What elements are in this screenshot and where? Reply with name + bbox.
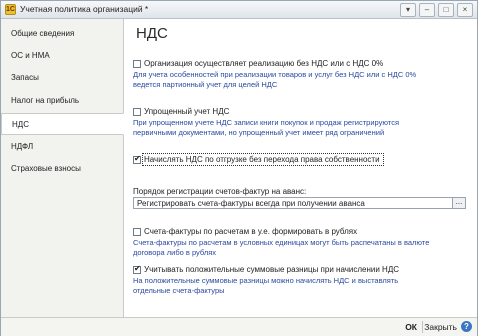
invoice-order-label: Порядок регистрации счетов-фактур на ава… — [133, 187, 307, 196]
option-label: Учитывать положительные суммовые разницы… — [144, 265, 400, 274]
option-hint: На положительные суммовые разницы можно … — [133, 276, 399, 295]
option-no-vat-sales[interactable]: Организация осуществляет реализацию без … — [133, 59, 383, 68]
title-bar[interactable]: 1С Учетная политика организаций * ▾ – □ … — [1, 1, 477, 19]
checkbox[interactable] — [133, 227, 141, 236]
footer-divider — [422, 321, 423, 333]
sidebar-item-personal-income-tax[interactable]: НДФЛ — [1, 136, 121, 158]
option-hint: При упрощенном учете НДС записи книги по… — [133, 118, 400, 137]
option-simplified-vat[interactable]: Упрощенный учет НДС — [133, 107, 229, 116]
option-label: Начислять НДС по отгрузке без перехода п… — [142, 153, 384, 166]
invoice-order-select[interactable]: Регистрировать счета-фактуры всегда при … — [133, 197, 466, 209]
checkbox-checked[interactable] — [133, 264, 141, 274]
option-invoices-in-rubles[interactable]: Счета-фактуры по расчетам в у.е. формиро… — [133, 227, 357, 236]
settings-window: 1С Учетная политика организаций * ▾ – □ … — [0, 0, 478, 336]
sidebar-item-fixed-assets[interactable]: ОС и НМА — [1, 45, 121, 67]
choose-button[interactable]: ... — [452, 198, 465, 208]
option-label: Счета-фактуры по расчетам в у.е. формиро… — [144, 227, 358, 236]
option-hint: Для учета особенностей при реализации то… — [133, 70, 417, 89]
window-controls: ▾ – □ × — [400, 3, 473, 17]
form-footer: ОК Закрыть ? — [1, 317, 477, 336]
sidebar-item-vat[interactable]: НДС — [1, 113, 124, 135]
option-hint: Счета-фактуры по расчетам в условных еди… — [133, 238, 430, 257]
minimize-button[interactable]: – — [419, 3, 435, 17]
option-label: Упрощенный учет НДС — [144, 107, 230, 116]
window-menu-button[interactable]: ▾ — [400, 3, 416, 17]
help-icon[interactable]: ? — [461, 321, 472, 332]
ok-button[interactable]: ОК — [402, 321, 420, 333]
checkbox[interactable] — [133, 59, 141, 68]
invoice-order-value: Регистрировать счета-фактуры всегда при … — [137, 199, 365, 208]
maximize-button[interactable]: □ — [438, 3, 454, 17]
close-window-button[interactable]: × — [457, 3, 473, 17]
sidebar-item-inventory[interactable]: Запасы — [1, 67, 121, 89]
page-title: НДС — [136, 25, 168, 42]
vat-settings-panel: НДС Организация осуществляет реализацию … — [124, 19, 477, 317]
window-title: Учетная политика организаций * — [20, 4, 149, 14]
close-button[interactable]: Закрыть — [424, 321, 457, 333]
app-logo-icon: 1С — [5, 4, 16, 15]
sidebar-item-general[interactable]: Общие сведения — [1, 23, 121, 45]
sections-sidebar: Общие сведения ОС и НМА Запасы Налог на … — [1, 19, 124, 317]
sidebar-item-insurance[interactable]: Страховые взносы — [1, 158, 121, 180]
checkbox[interactable] — [133, 107, 141, 116]
checkbox-checked[interactable] — [133, 154, 141, 164]
option-vat-on-shipment[interactable]: Начислять НДС по отгрузке без перехода п… — [133, 153, 384, 166]
option-label: Организация осуществляет реализацию без … — [144, 59, 384, 68]
option-positive-differences[interactable]: Учитывать положительные суммовые разницы… — [133, 264, 400, 274]
sidebar-item-profit-tax[interactable]: Налог на прибыль — [1, 90, 121, 112]
